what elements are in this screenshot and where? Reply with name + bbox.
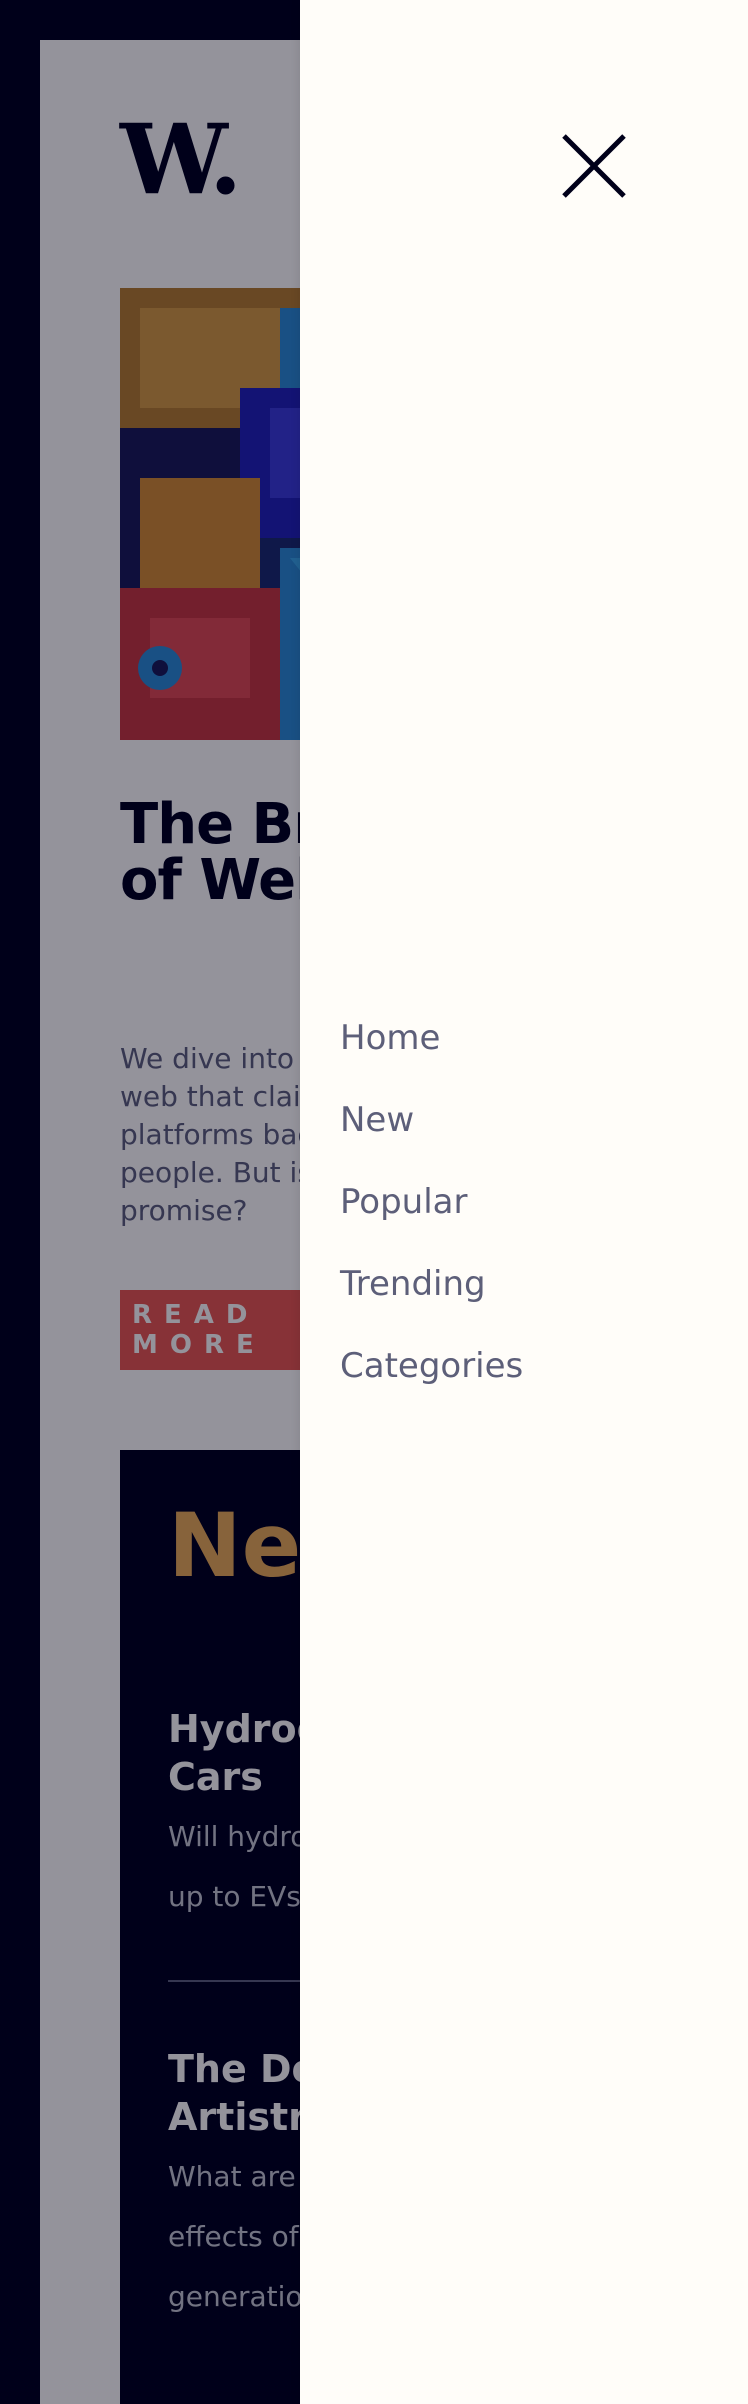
nav-item-popular: Popular [340,1174,523,1256]
close-menu-button[interactable] [558,130,630,202]
nav-item-trending: Trending [340,1256,523,1338]
brand-logo[interactable]: W. [120,112,242,208]
nav-item-home: Home [340,1010,523,1092]
nav-link-categories[interactable]: Categories [340,1338,523,1394]
close-icon [562,134,626,198]
nav-item-new: New [340,1092,523,1174]
nav-link-trending[interactable]: Trending [340,1256,523,1312]
nav-menu: Home New Popular Trending Categories [340,1010,523,1420]
mobile-menu-drawer: Home New Popular Trending Categories [300,0,748,2404]
nav-link-new[interactable]: New [340,1092,523,1148]
nav-item-categories: Categories [340,1338,523,1420]
nav-link-home[interactable]: Home [340,1010,523,1066]
nav-link-popular[interactable]: Popular [340,1174,523,1230]
